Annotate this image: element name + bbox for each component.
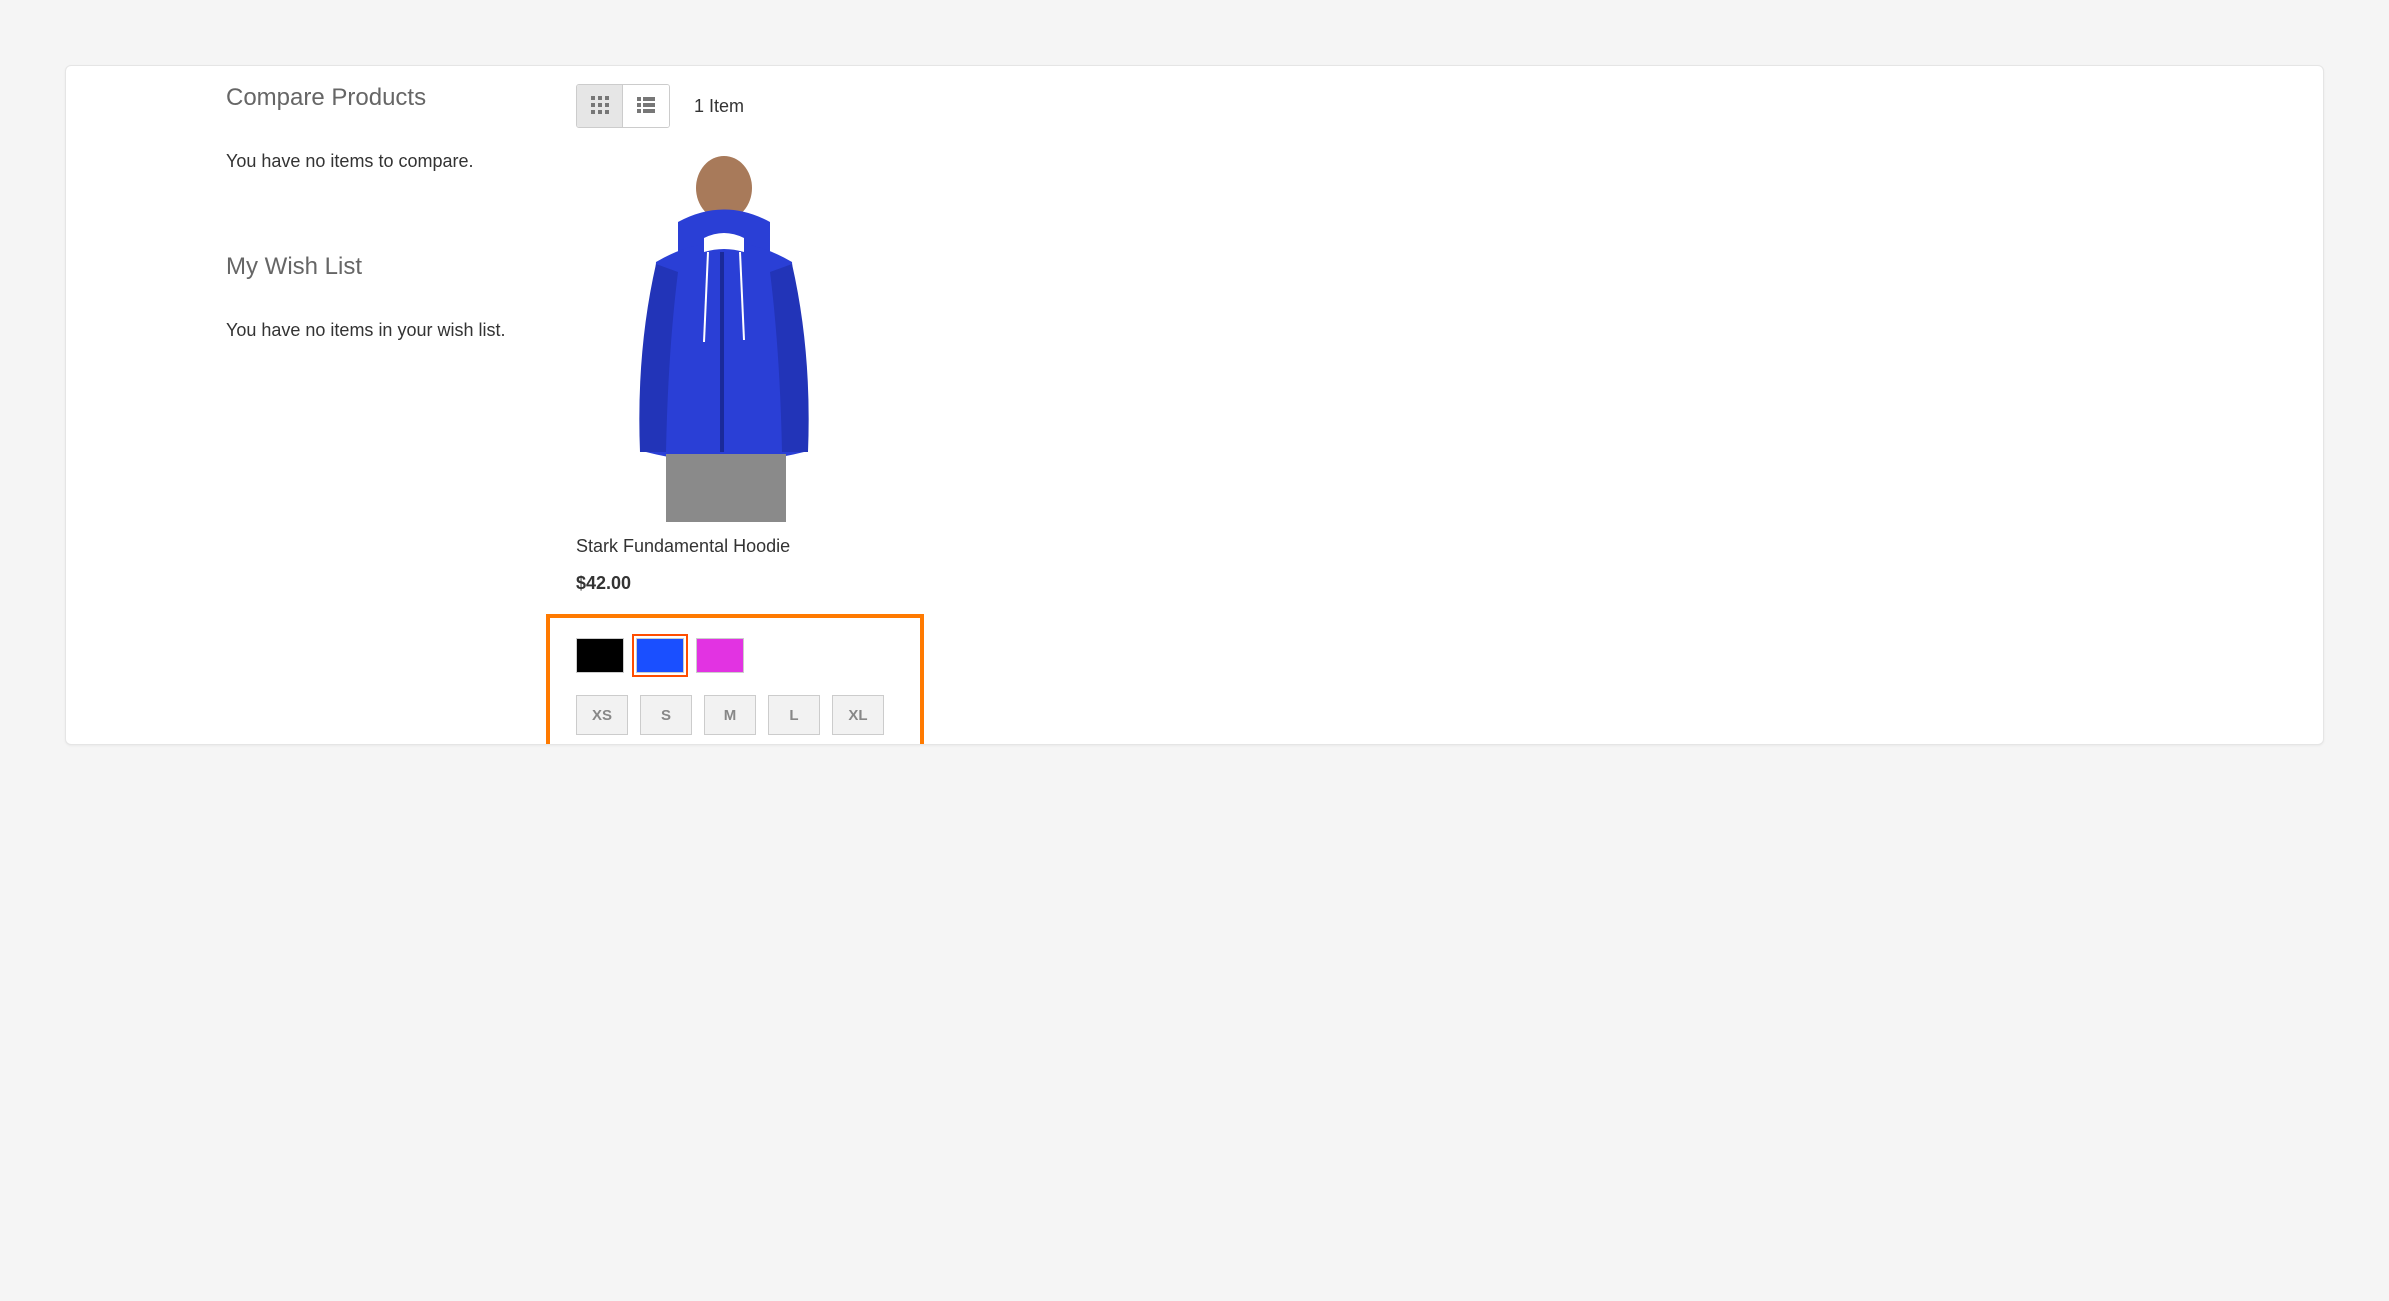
product-name[interactable]: Stark Fundamental Hoodie (576, 536, 876, 557)
product-image[interactable] (576, 152, 876, 522)
color-swatch-pink[interactable] (696, 638, 744, 673)
compare-heading: Compare Products (226, 84, 556, 112)
grid-icon (590, 95, 610, 118)
list-view-button[interactable] (623, 85, 669, 127)
wishlist-heading: My Wish List (226, 253, 556, 281)
main-content: 1 Item Stark Fundamental Hoodie $42 (566, 66, 2323, 744)
toolbar: 1 Item (576, 84, 2323, 128)
size-swatch-xs[interactable]: XS (576, 695, 628, 735)
hoodie-illustration (596, 152, 856, 522)
page-card: Compare Products You have no items to co… (65, 65, 2324, 745)
size-swatch-s[interactable]: S (640, 695, 692, 735)
product-tile: Stark Fundamental Hoodie $42.00 XS S M L… (576, 152, 876, 745)
color-swatch-black[interactable] (576, 638, 624, 673)
view-mode-switcher (576, 84, 670, 128)
color-swatch-blue[interactable] (636, 638, 684, 673)
size-swatch-xl[interactable]: XL (832, 695, 884, 735)
grid-view-button[interactable] (577, 85, 623, 127)
size-swatch-l[interactable]: L (768, 695, 820, 735)
sidebar: Compare Products You have no items to co… (66, 66, 556, 744)
list-icon (636, 95, 656, 118)
size-swatch-m[interactable]: M (704, 695, 756, 735)
color-swatch-row (576, 638, 894, 673)
item-count: 1 Item (694, 96, 744, 117)
wishlist-empty-text: You have no items in your wish list. (226, 317, 556, 344)
compare-empty-text: You have no items to compare. (226, 148, 556, 175)
swatch-highlight-zone: XS S M L XL (546, 614, 924, 745)
product-price: $42.00 (576, 573, 876, 594)
size-swatch-row: XS S M L XL (576, 695, 894, 735)
